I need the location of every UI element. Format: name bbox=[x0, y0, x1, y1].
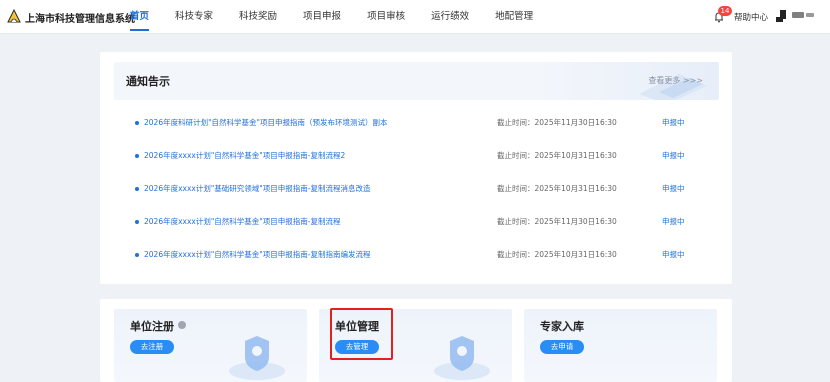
user-menu-redacted[interactable] bbox=[806, 13, 814, 17]
shield-illustration-icon bbox=[434, 336, 490, 380]
notice-item-title[interactable]: 2026年度xxxx计划"自然科学基金"项目申报指南-复制流程2 bbox=[144, 150, 345, 161]
logo-icon bbox=[7, 9, 21, 23]
notice-item-deadline: 截止时间：2025年11月30日16:30 bbox=[497, 118, 617, 127]
notice-item-status[interactable]: 申报中 bbox=[662, 150, 685, 161]
nav-item-project-review[interactable]: 项目审核 bbox=[367, 0, 405, 34]
notice-item-status[interactable]: 申报中 bbox=[662, 183, 685, 194]
help-center-link[interactable]: 帮助中心 bbox=[734, 11, 768, 23]
info-icon[interactable] bbox=[178, 321, 186, 329]
card-expert-enrollment: 专家入库 去申请 bbox=[524, 309, 717, 382]
notice-item-status[interactable]: 申报中 bbox=[662, 117, 685, 128]
view-more-link[interactable]: 查看更多 >>> bbox=[648, 75, 703, 86]
card-title-wrap: 单位注册 bbox=[130, 318, 186, 334]
notice-item-title[interactable]: 2026年度xxxx计划"自然科学基金"项目申报指南-复制流程 bbox=[144, 216, 340, 227]
card-unit-management: 单位管理 去管理 bbox=[319, 309, 512, 382]
notice-item-deadline: 截止时间：2025年10月31日16:30 bbox=[497, 151, 617, 160]
notice-item-status[interactable]: 申报中 bbox=[662, 249, 685, 260]
bullet-icon bbox=[135, 187, 139, 191]
user-name-redacted[interactable] bbox=[792, 12, 804, 18]
system-title: 上海市科技管理信息系统 bbox=[25, 14, 135, 25]
nav-item-experts[interactable]: 科技专家 bbox=[175, 0, 213, 34]
register-button[interactable]: 去注册 bbox=[130, 340, 174, 354]
notice-list: 2026年度科研计划"自然科学基金"项目申报指南（预发布环境测试）副本 截止时间… bbox=[130, 114, 720, 279]
notice-item-deadline: 截止时间：2025年11月30日16:30 bbox=[497, 217, 617, 226]
user-icon[interactable] bbox=[776, 9, 788, 23]
nav-item-config[interactable]: 地配管理 bbox=[495, 0, 533, 34]
list-item: 2026年度xxxx计划"自然科学基金"项目申报指南-复制指南编发流程 截止时间… bbox=[130, 246, 720, 279]
card-title: 单位管理 bbox=[335, 320, 379, 333]
list-item: 2026年度科研计划"自然科学基金"项目申报指南（预发布环境测试）副本 截止时间… bbox=[130, 114, 720, 147]
notice-item-title[interactable]: 2026年度xxxx计划"自然科学基金"项目申报指南-复制指南编发流程 bbox=[144, 249, 370, 260]
list-item: 2026年度xxxx计划"自然科学基金"项目申报指南-复制流程2 截止时间：20… bbox=[130, 147, 720, 180]
nav-item-home[interactable]: 首页 bbox=[130, 0, 150, 34]
apply-button[interactable]: 去申请 bbox=[540, 340, 584, 354]
card-unit-registration: 单位注册 去注册 bbox=[114, 309, 307, 382]
bullet-icon bbox=[135, 220, 139, 224]
top-navbar: 上海市科技管理信息系统 首页 科技专家 科技奖励 项目申报 项目审核 运行绩效 … bbox=[0, 0, 830, 34]
shield-illustration-icon bbox=[229, 336, 285, 380]
manage-button[interactable]: 去管理 bbox=[335, 340, 379, 354]
nav-item-project-application[interactable]: 项目申报 bbox=[303, 0, 341, 34]
entry-cards-panel: 单位注册 去注册 单位管理 去管理 专家入库 去申请 bbox=[100, 299, 732, 382]
notice-item-deadline: 截止时间：2025年10月31日16:30 bbox=[497, 184, 617, 193]
nav-item-awards[interactable]: 科技奖励 bbox=[239, 0, 277, 34]
notice-item-deadline: 截止时间：2025年10月31日16:30 bbox=[497, 250, 617, 259]
nav-item-performance[interactable]: 运行绩效 bbox=[431, 0, 469, 34]
notice-panel: 通知告示 查看更多 >>> 2026年度科研计划"自然科学基金"项目申报指南（预… bbox=[100, 52, 732, 284]
bullet-icon bbox=[135, 121, 139, 125]
list-item: 2026年度xxxx计划"基础研究领域"项目申报指南-复制流程消息改造 截止时间… bbox=[130, 180, 720, 213]
list-item: 2026年度xxxx计划"自然科学基金"项目申报指南-复制流程 截止时间：202… bbox=[130, 213, 720, 246]
notice-item-title[interactable]: 2026年度xxxx计划"基础研究领域"项目申报指南-复制流程消息改造 bbox=[144, 183, 370, 194]
notice-panel-header: 通知告示 查看更多 >>> bbox=[114, 62, 719, 100]
bullet-icon bbox=[135, 154, 139, 158]
main-nav: 首页 科技专家 科技奖励 项目申报 项目审核 运行绩效 地配管理 bbox=[130, 0, 559, 34]
notice-item-title[interactable]: 2026年度科研计划"自然科学基金"项目申报指南（预发布环境测试）副本 bbox=[144, 117, 388, 128]
notice-item-status[interactable]: 申报中 bbox=[662, 216, 685, 227]
notice-title: 通知告示 bbox=[126, 75, 170, 88]
card-title: 专家入库 bbox=[540, 320, 584, 333]
notification-badge: 14 bbox=[718, 6, 732, 16]
card-title: 单位注册 bbox=[130, 320, 174, 333]
bullet-icon bbox=[135, 253, 139, 257]
